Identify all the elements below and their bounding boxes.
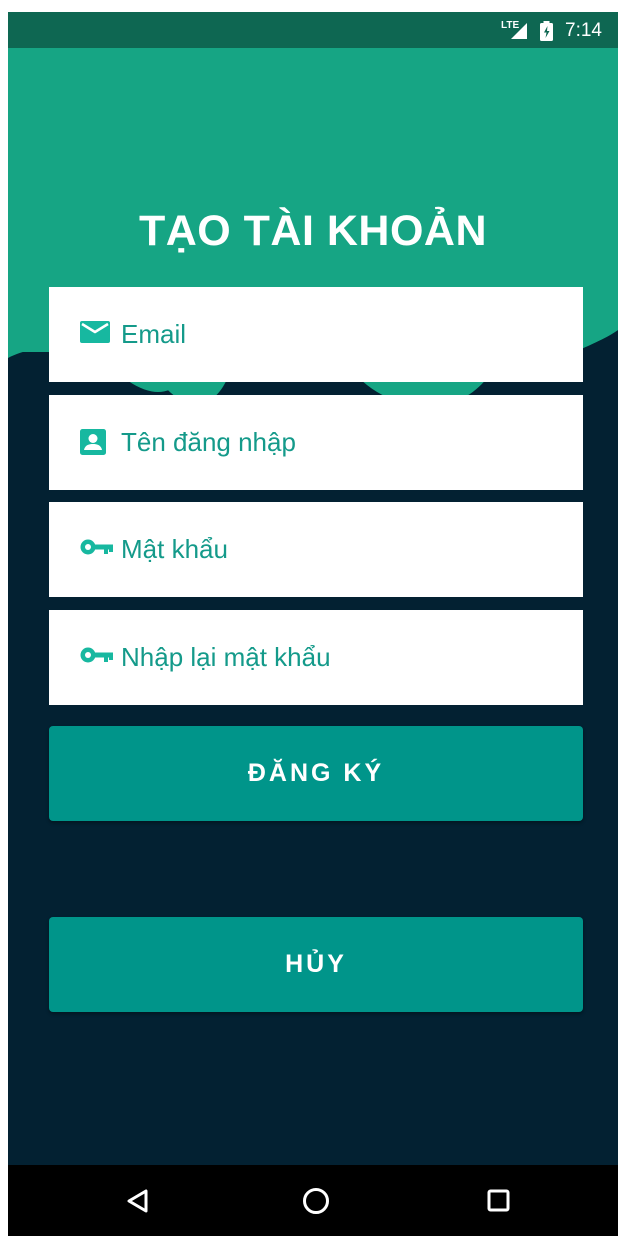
signal-icon [508, 22, 528, 45]
password-input[interactable] [121, 502, 561, 597]
recents-icon[interactable] [474, 1177, 522, 1225]
email-field[interactable] [49, 287, 583, 382]
password-field[interactable] [49, 502, 583, 597]
account-box-icon [80, 429, 110, 455]
status-time: 7:14 [565, 20, 602, 41]
navigation-bar [8, 1165, 618, 1236]
register-button[interactable]: ĐĂNG KÝ [49, 726, 583, 821]
cancel-button[interactable]: HỦY [49, 917, 583, 1012]
confirm-password-field[interactable] [49, 610, 583, 705]
key-icon [80, 536, 113, 562]
username-input[interactable] [121, 395, 561, 490]
email-input[interactable] [121, 287, 561, 382]
home-icon[interactable] [292, 1177, 340, 1225]
register-screen: LTE 7:14 TẠO TÀI KHOẢN Email Tên đăng nh… [8, 12, 618, 1236]
back-icon[interactable] [114, 1177, 162, 1225]
key-icon [80, 644, 113, 670]
username-field[interactable] [49, 395, 583, 490]
confirm-password-input[interactable] [121, 610, 561, 705]
page-title: TẠO TÀI KHOẢN [138, 207, 488, 255]
battery-icon [540, 21, 553, 46]
status-bar: LTE 7:14 [8, 12, 618, 48]
email-icon [80, 321, 110, 347]
